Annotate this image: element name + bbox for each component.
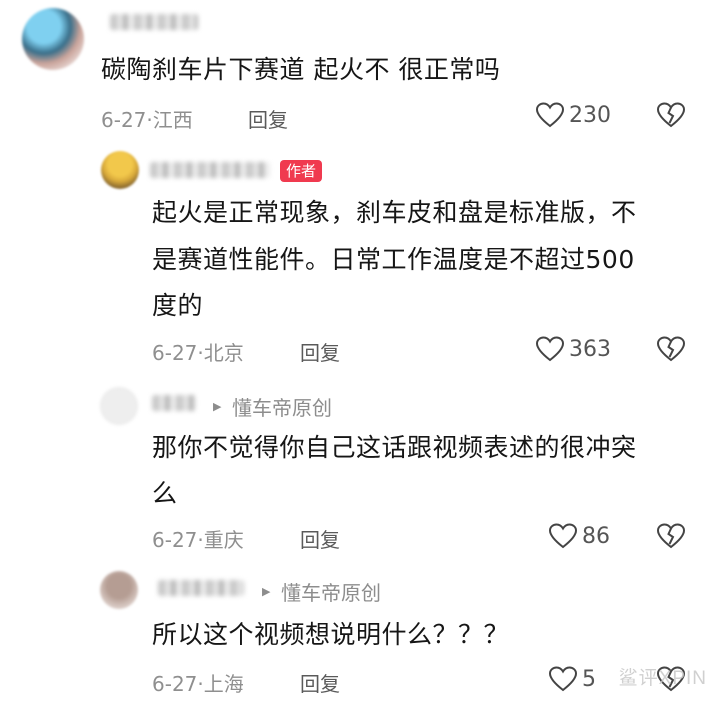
like-count: 5 [582, 666, 596, 692]
username-blurred[interactable] [110, 14, 198, 30]
reply-button[interactable]: 回复 [300, 668, 340, 697]
avatar[interactable] [100, 571, 138, 609]
triangle-right-icon: ▶ [213, 400, 222, 413]
like-button[interactable]: 230 [535, 101, 611, 129]
broken-heart-icon [656, 102, 686, 128]
comment-date-location: 6-27·江西 [101, 108, 193, 132]
heart-outline-icon [535, 336, 565, 362]
comment-text-line: 么 [152, 479, 178, 508]
like-count: 363 [569, 336, 611, 362]
broken-heart-icon [656, 523, 686, 549]
like-count: 86 [582, 523, 610, 549]
author-badge: 作者 [280, 160, 323, 182]
comment-text-line: 那你不觉得你自己这话跟视频表述的很冲突 [152, 433, 637, 462]
username-blurred[interactable] [158, 580, 244, 596]
reply-button[interactable]: 回复 [248, 104, 288, 133]
triangle-right-icon: ▶ [262, 585, 271, 598]
reply-button[interactable]: 回复 [300, 337, 340, 366]
heart-outline-icon [548, 666, 578, 692]
dislike-button[interactable] [656, 522, 686, 554]
comment-text-line: 起火是正常现象，刹车皮和盘是标准版，不 [152, 198, 637, 227]
like-button[interactable]: 363 [535, 335, 611, 363]
reply-button[interactable]: 回复 [300, 524, 340, 553]
comment-date-location: 6-27·北京 [152, 341, 244, 365]
username-blurred[interactable] [152, 395, 196, 411]
comment-text-line: 度的 [152, 291, 204, 320]
avatar[interactable] [100, 387, 138, 425]
comment-date-location: 6-27·重庆 [152, 528, 244, 552]
reply-to-name[interactable]: 懂车帝原创 [232, 392, 332, 421]
watermark: 鲨评XPIN [618, 668, 707, 689]
heart-outline-icon [535, 102, 565, 128]
comment-date-location: 6-27·上海 [152, 672, 244, 696]
like-button[interactable]: 86 [548, 522, 610, 550]
like-button[interactable]: 5 [548, 665, 596, 693]
broken-heart-icon [656, 336, 686, 362]
comment-text: 所以这个视频想说明什么？？？ [152, 620, 510, 649]
reply-to-name[interactable]: 懂车帝原创 [281, 577, 381, 606]
like-count: 230 [569, 102, 611, 128]
comment-text: 碳陶刹车片下赛道 起火不 很正常吗 [101, 55, 501, 84]
avatar[interactable] [22, 8, 84, 70]
avatar[interactable] [101, 151, 139, 189]
dislike-button[interactable] [656, 101, 686, 133]
username-blurred[interactable] [150, 162, 270, 178]
dislike-button[interactable] [656, 335, 686, 367]
comment-text-line: 是赛道性能件。日常工作温度是不超过500 [152, 245, 635, 274]
heart-outline-icon [548, 523, 578, 549]
